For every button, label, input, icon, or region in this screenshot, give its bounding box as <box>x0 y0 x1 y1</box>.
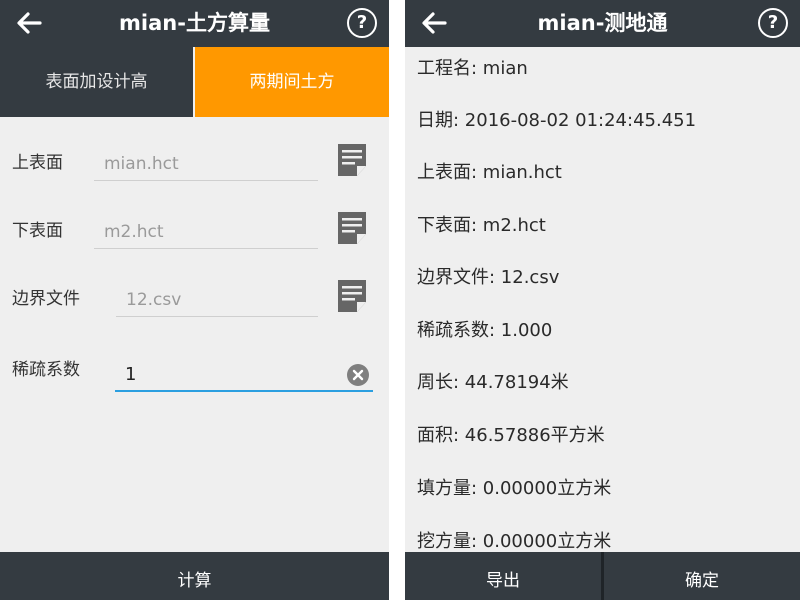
list-item: 下表面: m2.hct <box>417 215 546 236</box>
lower-surface-field[interactable]: m2.hct <box>94 217 318 249</box>
bottom-action-bar: 计算 <box>0 552 389 600</box>
sparse-factor-row: 稀疏系数 1 <box>0 350 389 410</box>
list-item: 工程名: mian <box>417 58 528 79</box>
file-picker-icon[interactable] <box>337 279 367 313</box>
calculate-button[interactable]: 计算 <box>0 552 389 600</box>
page-title: mian-测地通 <box>537 11 668 35</box>
file-picker-icon[interactable] <box>337 211 367 245</box>
tab-two-period-earthwork[interactable]: 两期间土方 <box>195 47 389 117</box>
confirm-button[interactable]: 确定 <box>604 552 800 600</box>
upper-surface-label: 上表面 <box>12 153 63 173</box>
export-button[interactable]: 导出 <box>405 552 601 600</box>
sparse-factor-label: 稀疏系数 <box>12 360 80 380</box>
sparse-factor-value: 1 <box>125 364 137 385</box>
page-title: mian-土方算量 <box>119 11 270 35</box>
sparse-factor-input[interactable]: 1 <box>115 358 373 392</box>
volume-calc-screen: mian-土方算量 ? 表面加设计高 两期间土方 上表面 mian.hct 下表… <box>0 0 389 600</box>
upper-surface-row: 上表面 mian.hct <box>0 143 389 203</box>
upper-surface-field[interactable]: mian.hct <box>94 149 318 181</box>
help-icon[interactable]: ? <box>347 8 377 38</box>
list-item: 周长: 44.78194米 <box>417 372 569 393</box>
help-icon[interactable]: ? <box>758 8 788 38</box>
back-arrow-icon[interactable] <box>419 9 449 37</box>
boundary-file-field[interactable]: 12.csv <box>116 285 318 317</box>
list-item: 稀疏系数: 1.000 <box>417 320 553 341</box>
result-screen: mian-测地通 ? 工程名: mian 日期: 2016-08-02 01:2… <box>405 0 800 600</box>
back-arrow-icon[interactable] <box>14 9 44 37</box>
list-item: 面积: 46.57886平方米 <box>417 425 605 446</box>
list-item: 边界文件: 12.csv <box>417 267 560 288</box>
app-bar: mian-测地通 ? <box>405 0 800 47</box>
list-item: 上表面: mian.hct <box>417 162 562 183</box>
lower-surface-row: 下表面 m2.hct <box>0 211 389 271</box>
list-item: 挖方量: 0.00000立方米 <box>417 531 612 552</box>
lower-surface-label: 下表面 <box>12 221 63 241</box>
clear-icon[interactable] <box>347 364 369 386</box>
result-list[interactable]: 工程名: mian 日期: 2016-08-02 01:24:45.451 上表… <box>405 47 800 552</box>
app-bar: mian-土方算量 ? <box>0 0 389 47</box>
boundary-file-row: 边界文件 12.csv <box>0 279 389 339</box>
list-item: 日期: 2016-08-02 01:24:45.451 <box>417 110 697 131</box>
tab-bar: 表面加设计高 两期间土方 <box>0 47 389 117</box>
list-item: 填方量: 0.00000立方米 <box>417 478 612 499</box>
bottom-action-bar: 导出 确定 <box>405 552 800 600</box>
boundary-file-label: 边界文件 <box>12 289 80 309</box>
tab-surface-plus-design-height[interactable]: 表面加设计高 <box>0 47 193 117</box>
file-picker-icon[interactable] <box>337 143 367 177</box>
